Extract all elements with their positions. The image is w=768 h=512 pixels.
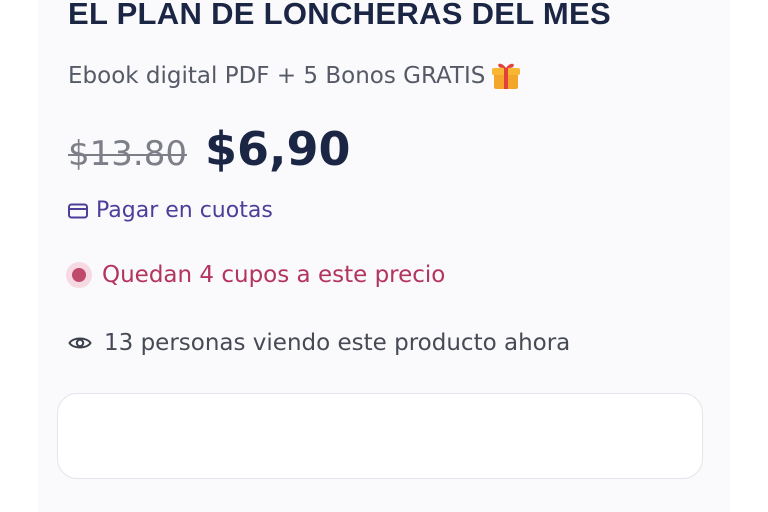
gift-icon [492,63,521,89]
installments-link[interactable]: Pagar en cuotas [68,198,273,223]
current-price: $6,90 [204,122,351,176]
product-subtitle: Ebook digital PDF + 5 Bonos GRATIS [68,61,521,91]
product-title: EL PLAN DE LONCHERAS DEL MES [68,0,611,31]
viewers-message: 13 personas viendo este producto ahora [104,330,571,356]
viewers-notice: 13 personas viendo este producto ahora [68,330,570,356]
credit-card-icon [68,203,88,218]
old-price: $13.80 [68,134,187,174]
eye-icon [68,337,92,349]
price-row: $13.80 $6,90 [68,122,350,176]
subtitle-text: Ebook digital PDF + 5 Bonos GRATIS [68,63,486,89]
stock-message: Quedan 4 cupos a este precio [102,262,446,288]
installments-label: Pagar en cuotas [96,198,273,223]
stock-alert: Quedan 4 cupos a este precio [66,262,445,288]
alert-dot-icon [66,262,92,288]
empty-panel[interactable] [57,393,703,479]
